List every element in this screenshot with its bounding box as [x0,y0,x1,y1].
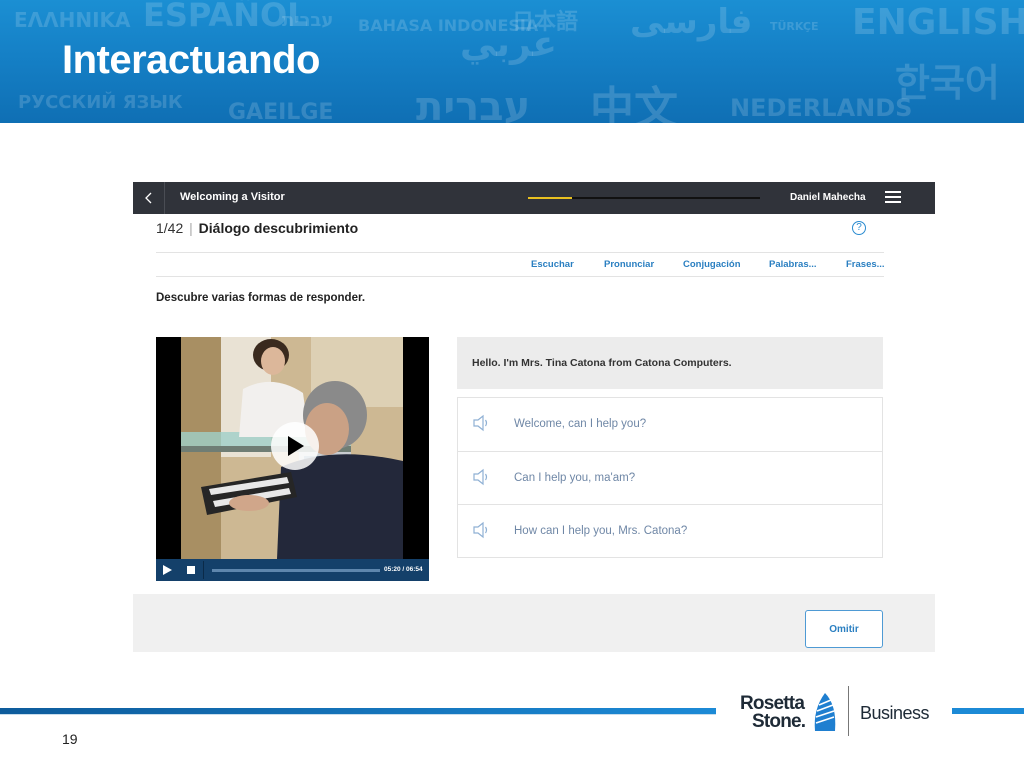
chevron-left-icon [144,192,151,204]
slide-banner: ΕΛΛΗΝΙΚΑ ESPAÑOL עברית BAHASA INDONESIA … [0,0,1024,123]
response-option[interactable]: Can I help you, ma'am? [458,451,882,504]
play-icon [288,436,304,456]
activity-count: 1/42 [156,220,184,236]
bg-word: ENGLISH [852,2,1024,43]
lesson-progress-bar [528,197,760,199]
app-window: Welcoming a Visitor Daniel Mahecha 1/42 … [133,182,935,652]
divider [203,561,204,579]
logo-text-stone: Stone. [752,711,806,732]
page-number: 19 [62,731,78,747]
tab-pronunciar[interactable]: Pronunciar [604,259,654,270]
rosetta-stone-business-logo: Rosetta Stone. Business [740,686,940,738]
bg-word: عربي [460,24,557,65]
bg-word: 中文 [590,83,678,123]
activity-header: 1/42 | Diálogo descubrimiento [156,220,358,236]
response-text: Welcome, can I help you? [514,418,647,430]
video-frame [181,337,403,559]
bg-word: GAEILGE [228,100,334,123]
bg-word: עברית [282,10,334,31]
response-text: How can I help you, Mrs. Catona? [514,525,688,537]
video-time: 05:20 / 06:54 [384,566,423,573]
user-name[interactable]: Daniel Mahecha [790,192,866,203]
lesson-progress-fill [528,197,573,199]
bg-word: עברית [416,84,531,123]
bg-word: ΕΛΛΗΝΙΚΑ [14,8,131,32]
play-icon[interactable] [163,565,172,575]
tab-escuchar[interactable]: Escuchar [531,259,574,270]
instruction-text: Descubre varias formas de responder. [156,292,366,304]
footer-rule-thin [0,714,716,715]
omit-button[interactable]: Omitir [805,610,883,648]
back-button[interactable] [133,182,165,214]
divider [156,276,884,277]
video-play-button[interactable] [271,422,319,470]
slide-title: Interactuando [62,38,320,82]
response-text: Can I help you, ma'am? [514,472,636,484]
response-option[interactable]: How can I help you, Mrs. Catona? [458,504,882,557]
divider [156,252,884,253]
prompt-box: Hello. I'm Mrs. Tina Catona from Catona … [457,337,883,389]
rosetta-stone-logo-icon [814,693,836,731]
speaker-icon[interactable] [472,414,490,432]
menu-button[interactable] [885,191,901,205]
bg-word: TÜRKÇE [770,20,819,33]
divider [848,686,849,736]
response-option[interactable]: Welcome, can I help you? [458,398,882,451]
video-seek-bar[interactable] [212,569,380,572]
top-bar: Welcoming a Visitor Daniel Mahecha [133,182,935,214]
video-controls: 05:20 / 06:54 [156,559,429,581]
bg-word: NEDERLANDS [730,94,913,122]
bg-word: РУССКИЙ ЯЗЫК [18,92,183,113]
video-player[interactable]: 05:20 / 06:54 [156,337,429,581]
bg-word: فارسی [630,2,753,42]
tab-palabras[interactable]: Palabras... [769,259,817,270]
response-options: Welcome, can I help you? Can I help you,… [457,397,883,558]
tab-conjugacion[interactable]: Conjugación [683,259,741,270]
logo-text-business: Business [860,703,930,723]
activity-name: Diálogo descubrimiento [198,220,359,236]
hamburger-icon [885,191,901,203]
lesson-title: Welcoming a Visitor [180,191,285,203]
prompt-text: Hello. I'm Mrs. Tina Catona from Catona … [472,357,732,369]
stop-icon[interactable] [187,566,195,574]
speaker-icon[interactable] [472,521,490,539]
footer-rule [952,708,1024,714]
tab-frases[interactable]: Frases... [846,259,885,270]
activity-separator: | [189,220,193,236]
activity-footer: Omitir [133,594,935,652]
help-icon[interactable]: ? [852,221,866,235]
speaker-icon[interactable] [472,468,490,486]
